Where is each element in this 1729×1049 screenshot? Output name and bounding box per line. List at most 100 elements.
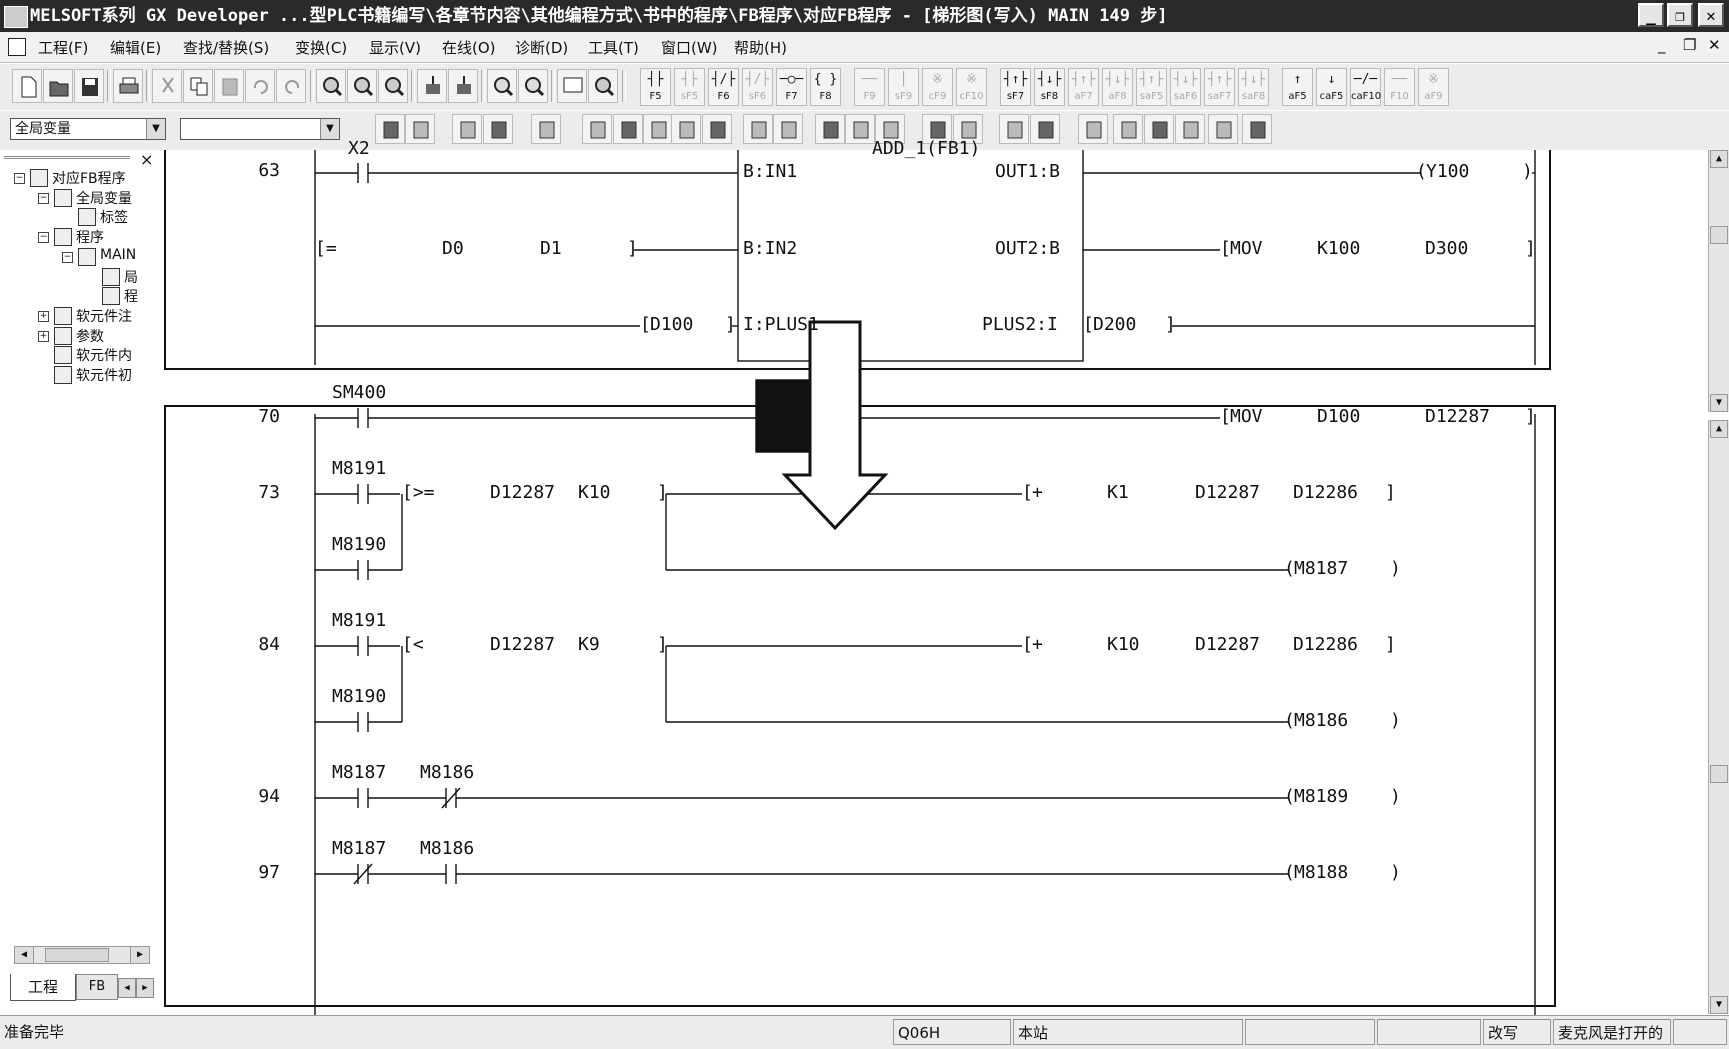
collapse-icon[interactable]: − (14, 173, 25, 184)
find-icon[interactable] (1113, 114, 1143, 144)
tree-device-comment[interactable]: + 软元件注 (0, 306, 160, 326)
tree-local[interactable]: 局 (0, 267, 160, 287)
find-device-icon[interactable] (316, 69, 346, 103)
ladder-key-saf5[interactable]: ┤↑├ saF5 (1136, 68, 1167, 106)
print-icon[interactable] (113, 69, 143, 103)
save-icon[interactable] (74, 69, 104, 103)
tree-program-body[interactable]: 程 (0, 286, 160, 306)
menu-view[interactable]: 显示(V) (369, 37, 421, 58)
write-mode-icon[interactable] (845, 114, 875, 144)
read-plc-icon[interactable] (448, 69, 478, 103)
tree-labels[interactable]: 标签 (0, 207, 160, 227)
mdi-minimize-button[interactable]: _ (1658, 36, 1666, 54)
ladder-key-sf7[interactable]: ┤↑├ sF7 (1000, 68, 1031, 106)
zoom-in-icon[interactable] (487, 69, 517, 103)
align-icon[interactable] (1208, 114, 1238, 144)
menu-convert[interactable]: 变换(C) (295, 37, 347, 58)
menu-edit[interactable]: 编辑(E) (110, 37, 161, 58)
ladder-view-icon[interactable] (375, 114, 405, 144)
monitor-stop-icon[interactable] (671, 114, 701, 144)
zoom-out-icon[interactable] (518, 69, 548, 103)
ladder-key-f10[interactable]: ── F10 (1384, 68, 1415, 106)
paste-icon[interactable] (214, 69, 244, 103)
list-view-icon[interactable] (405, 114, 435, 144)
ladder-editor[interactable]: 63 X2 ADD_1(FB1) B:IN1 B:IN2 I:PLUS1 OUT1:B OUT… (160, 138, 1710, 1015)
scope-combo[interactable]: 全局变量 ▼ (10, 118, 166, 140)
scroll-down-icon[interactable]: ▼ (1710, 394, 1728, 412)
entry-monitor-icon[interactable] (773, 114, 803, 144)
ladder-key-saf7[interactable]: ┤↑├ saF7 (1204, 68, 1235, 106)
tab-fb[interactable]: FB (76, 974, 118, 1000)
open-folder-icon[interactable] (43, 69, 73, 103)
ladder-key-af5[interactable]: ↑ aF5 (1282, 68, 1313, 106)
ladder-key-f9[interactable]: ── F9 (854, 68, 885, 106)
tab-project[interactable]: 工程 (10, 974, 76, 1001)
batch-monitor-icon[interactable] (702, 114, 732, 144)
tree-device-init[interactable]: 软元件初 (0, 365, 160, 385)
ladder-key-af8[interactable]: ┤↓├ aF8 (1102, 68, 1133, 106)
ladder-key-caf5[interactable]: ↓ caF5 (1316, 68, 1347, 106)
insert-row-icon[interactable] (1030, 114, 1060, 144)
ladder-key-af7[interactable]: ┤↑├ aF7 (1068, 68, 1099, 106)
scroll-thumb[interactable] (1710, 765, 1728, 783)
menu-diagnostics[interactable]: 诊断(D) (515, 37, 568, 58)
ladder-key-saf6[interactable]: ┤↓├ saF6 (1170, 68, 1201, 106)
tab-prev-icon[interactable]: ◀ (118, 978, 136, 998)
delete-row-icon[interactable] (1078, 114, 1108, 144)
chevron-down-icon[interactable]: ▼ (320, 119, 339, 139)
scroll-thumb[interactable] (45, 948, 109, 962)
cross-ref-icon[interactable] (613, 114, 643, 144)
close-button[interactable]: ✕ (1698, 3, 1724, 27)
scroll-up-icon[interactable]: ▲ (1710, 150, 1728, 168)
collapse-icon[interactable]: − (38, 232, 49, 244)
tree-parameters[interactable]: + 参数 (0, 326, 160, 346)
step-icon[interactable] (999, 114, 1029, 144)
program-combo[interactable]: ▼ (180, 118, 340, 140)
mdi-close-button[interactable]: ✕ (1708, 36, 1721, 54)
document-icon[interactable] (8, 38, 26, 56)
tree-global-vars[interactable]: − 全局变量 (0, 188, 160, 208)
find-step-icon[interactable] (378, 69, 408, 103)
collapse-icon[interactable]: − (62, 251, 73, 263)
cut-icon[interactable] (152, 69, 182, 103)
find-instruction-icon[interactable] (347, 69, 377, 103)
redo-icon[interactable] (276, 69, 306, 103)
ladder-key-sf6[interactable]: ┤/├ sF6 (742, 68, 773, 106)
scroll-up-icon[interactable]: ▲ (1710, 420, 1728, 438)
display-icon[interactable] (1242, 114, 1272, 144)
ladder-key-f7[interactable]: ─○─ F7 (776, 68, 807, 106)
ladder-key-sf8[interactable]: ┤↓├ sF8 (1034, 68, 1065, 106)
expand-icon[interactable]: + (38, 330, 49, 342)
minimize-button[interactable]: _ (1638, 3, 1664, 27)
new-file-icon[interactable] (12, 69, 42, 103)
test-icon[interactable] (743, 114, 773, 144)
scroll-right-icon[interactable]: ▶ (130, 947, 149, 963)
mdi-restore-button[interactable]: ❐ (1683, 36, 1696, 54)
ladder-key-af9[interactable]: ※ aF9 (1418, 68, 1449, 106)
device-list-icon[interactable] (582, 114, 612, 144)
monitor-start-icon[interactable] (643, 114, 673, 144)
expand-icon[interactable]: + (38, 310, 49, 322)
ladder-key-sf9[interactable]: │ sF9 (888, 68, 919, 106)
delete-col-icon[interactable] (1175, 114, 1205, 144)
ladder-key-f5[interactable]: ┤├ F5 (640, 68, 671, 106)
menu-window[interactable]: 窗口(W) (661, 37, 718, 58)
undo-icon[interactable] (245, 69, 275, 103)
menu-online[interactable]: 在线(O) (442, 37, 496, 58)
write-plc-icon[interactable] (417, 69, 447, 103)
ladder-key-cf9[interactable]: ※ cF9 (922, 68, 953, 106)
scroll-left-icon[interactable]: ◀ (15, 947, 34, 963)
ladder-key-cf10[interactable]: ※ cF10 (956, 68, 987, 106)
restore-button[interactable]: ❐ (1667, 3, 1693, 27)
tree-main[interactable]: − MAIN (0, 247, 160, 267)
tree-hscrollbar[interactable]: ◀ ▶ (14, 946, 150, 964)
ladder-key-sf5[interactable]: ┤├ sF5 (674, 68, 705, 106)
top-vscrollbar[interactable]: ▲ ▼ (1708, 150, 1729, 412)
collapse-icon[interactable]: − (38, 192, 49, 204)
tree-device-memory[interactable]: 软元件内 (0, 345, 160, 365)
ladder-key-f6[interactable]: ┤/├ F6 (708, 68, 739, 106)
insert-col-icon[interactable] (1144, 114, 1174, 144)
menu-help[interactable]: 帮助(H) (734, 37, 787, 58)
scroll-down-icon[interactable]: ▼ (1710, 996, 1728, 1014)
copy-icon[interactable] (183, 69, 213, 103)
